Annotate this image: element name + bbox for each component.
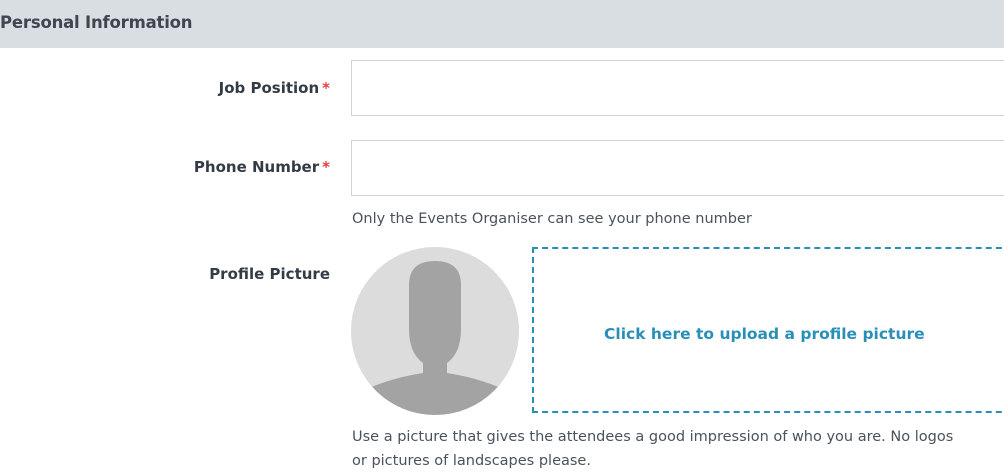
phone-number-help: Only the Events Organiser can see your p… — [352, 211, 752, 227]
profile-picture-label: Profile Picture — [209, 265, 330, 283]
phone-number-label-text: Phone Number — [193, 158, 320, 176]
profile-picture-upload-dropzone[interactable]: Click here to upload a profile picture — [532, 247, 1004, 413]
required-marker: * — [322, 79, 330, 97]
section-header: Personal Information — [0, 0, 1004, 48]
default-user-avatar-icon — [351, 247, 519, 415]
required-marker: * — [322, 158, 330, 176]
job-position-input[interactable] — [351, 60, 1004, 116]
section-title: Personal Information — [0, 13, 193, 32]
upload-profile-picture-label[interactable]: Click here to upload a profile picture — [604, 325, 925, 343]
job-position-label: Job Position * — [219, 79, 330, 97]
profile-picture-label-text: Profile Picture — [209, 265, 330, 283]
phone-number-input[interactable] — [351, 140, 1004, 196]
avatar-silhouette-icon — [351, 247, 519, 415]
job-position-label-text: Job Position — [218, 79, 320, 97]
profile-picture-help: Use a picture that gives the attendees a… — [352, 429, 954, 469]
phone-number-label: Phone Number * — [194, 158, 330, 176]
